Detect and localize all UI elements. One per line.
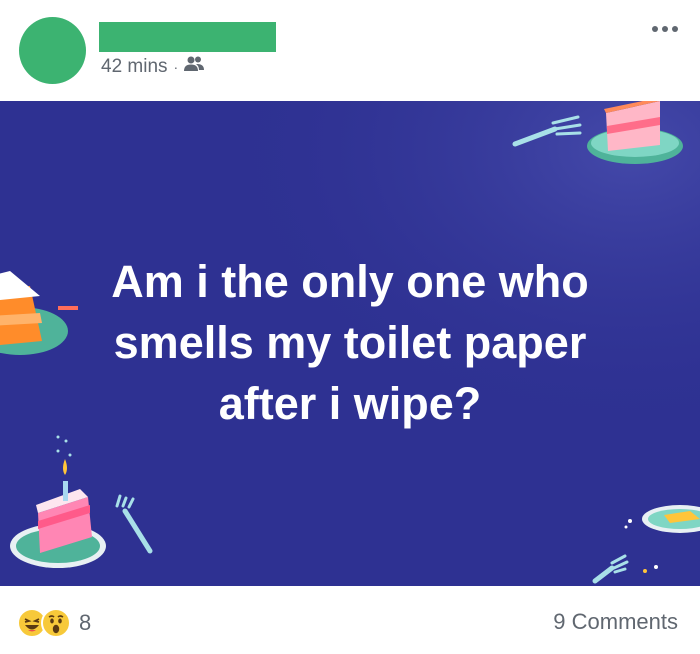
- more-options-icon[interactable]: [652, 26, 678, 32]
- meta-separator: ·: [173, 59, 179, 75]
- post-background-card: Am i the only one who smells my toilet p…: [0, 101, 700, 586]
- post-timestamp[interactable]: 42 mins: [101, 56, 168, 78]
- friends-icon[interactable]: [184, 55, 205, 79]
- post-header: 42 mins ·: [0, 0, 700, 100]
- author-name-redacted[interactable]: [99, 22, 276, 52]
- comments-count-link[interactable]: 9 Comments: [553, 609, 678, 635]
- wow-reaction-icon: [41, 608, 71, 638]
- reactions-summary[interactable]: 8: [17, 608, 91, 638]
- post-footer: 8 9 Comments: [0, 586, 700, 654]
- post-meta: 42 mins ·: [101, 55, 205, 79]
- post-text: Am i the only one who smells my toilet p…: [111, 256, 589, 429]
- reaction-count: 8: [79, 610, 92, 635]
- avatar[interactable]: [19, 17, 86, 84]
